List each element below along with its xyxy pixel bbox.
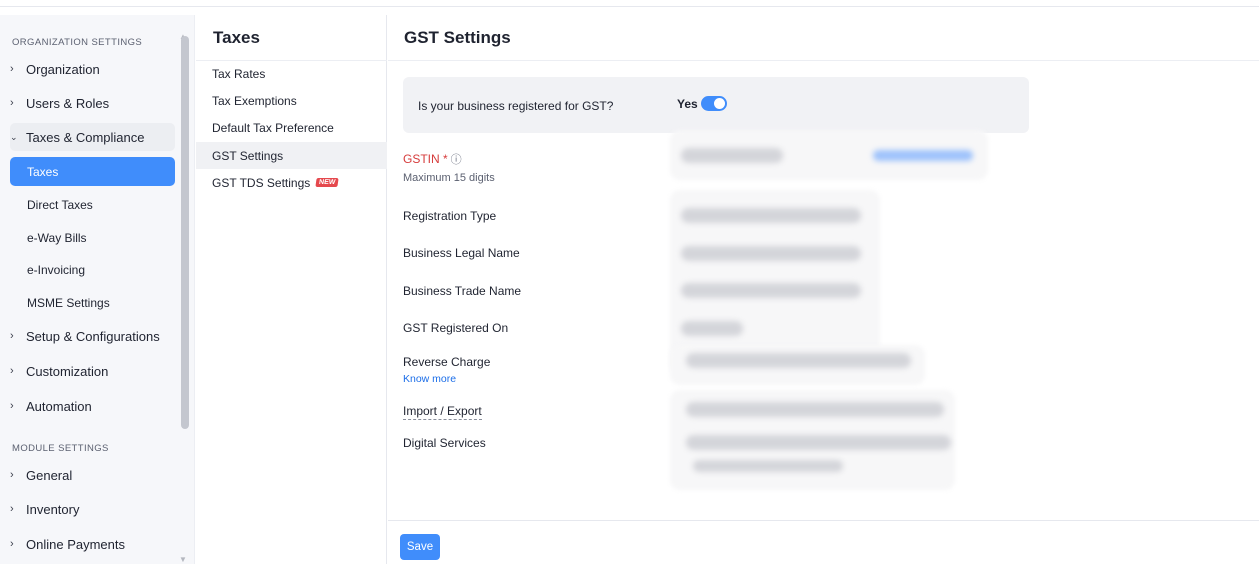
help-icon[interactable]: ⓘ bbox=[451, 154, 462, 166]
gst-registration-box: Is your business registered for GST? Yes bbox=[403, 77, 1029, 133]
sidebar-item-inventory[interactable]: › Inventory bbox=[10, 495, 175, 523]
footer-divider bbox=[388, 520, 1259, 521]
reverse-charge-label: Reverse Charge bbox=[403, 355, 491, 369]
chevron-down-icon: ⌄ bbox=[10, 131, 18, 142]
taxes-menu-tax-exemptions[interactable]: Tax Exemptions bbox=[196, 87, 387, 114]
menu-item-label: GST TDS Settings bbox=[212, 175, 311, 190]
reverse-charge-checkbox[interactable] bbox=[686, 353, 911, 368]
business-legal-name-label: Business Legal Name bbox=[403, 246, 520, 260]
taxes-menu-tax-rates[interactable]: Tax Rates bbox=[196, 60, 387, 87]
chevron-right-icon: › bbox=[10, 97, 14, 109]
sidebar-item-online-payments[interactable]: › Online Payments bbox=[10, 530, 175, 558]
sidebar-item-label: Customization bbox=[26, 363, 109, 379]
section-title-module: MODULE SETTINGS bbox=[12, 443, 109, 454]
sidebar-subitem-taxes[interactable]: Taxes bbox=[10, 157, 175, 186]
chevron-right-icon: › bbox=[10, 63, 14, 75]
taxes-panel-title: Taxes bbox=[213, 28, 260, 47]
chevron-right-icon: › bbox=[10, 538, 14, 550]
sidebar-item-taxes-compliance[interactable]: ⌄ Taxes & Compliance bbox=[10, 123, 175, 151]
sidebar-item-users-roles[interactable]: › Users & Roles bbox=[10, 89, 175, 117]
scroll-down-arrow-icon[interactable]: ▼ bbox=[179, 555, 187, 564]
page-title: GST Settings bbox=[404, 28, 511, 47]
divider bbox=[388, 60, 1259, 61]
sidebar-item-label: Users & Roles bbox=[26, 95, 110, 111]
toggle-knob bbox=[714, 98, 725, 109]
chevron-right-icon: › bbox=[10, 469, 14, 481]
section-title-organization: ORGANIZATION SETTINGS bbox=[12, 37, 143, 48]
digital-services-label: Digital Services bbox=[403, 436, 486, 450]
sidebar-item-label: Organization bbox=[26, 61, 100, 77]
import-export-label-text: Import / Export bbox=[403, 404, 482, 420]
digital-services-description bbox=[693, 460, 843, 472]
taxes-menu-gst-tds-settings[interactable]: GST TDS Settings NEW bbox=[196, 169, 387, 196]
sidebar-subitem-msme-settings[interactable]: MSME Settings bbox=[10, 288, 175, 317]
get-taxpayer-details-link[interactable] bbox=[873, 150, 973, 161]
taxes-menu-gst-settings[interactable]: GST Settings bbox=[196, 142, 387, 169]
sidebar-item-automation[interactable]: › Automation bbox=[10, 392, 175, 420]
sidebar-item-label: Setup & Configurations bbox=[26, 328, 160, 344]
business-trade-name-label: Business Trade Name bbox=[403, 284, 522, 298]
taxes-panel: Taxes Tax Rates Tax Exemptions Default T… bbox=[196, 15, 387, 564]
gst-registered-on-label: GST Registered On bbox=[403, 321, 509, 335]
know-more-link[interactable]: Know more bbox=[403, 373, 456, 385]
sidebar-subitem-einvoicing[interactable]: e-Invoicing bbox=[10, 255, 175, 284]
import-export-label: Import / Export bbox=[403, 404, 482, 420]
sidebar-item-organization[interactable]: › Organization bbox=[10, 55, 175, 83]
gst-registered-question: Is your business registered for GST? bbox=[418, 99, 614, 113]
sidebar-item-customization[interactable]: › Customization bbox=[10, 357, 175, 385]
sidebar-scrollbar-thumb[interactable] bbox=[181, 36, 189, 429]
sidebar-item-label: Inventory bbox=[26, 501, 80, 517]
sidebar-item-label: Taxes & Compliance bbox=[26, 129, 145, 145]
business-trade-name-input[interactable] bbox=[681, 283, 861, 298]
save-button[interactable]: Save bbox=[400, 534, 440, 560]
gst-settings-content: GST Settings Is your business registered… bbox=[388, 15, 1259, 564]
digital-services-checkbox[interactable] bbox=[686, 435, 951, 450]
chevron-right-icon: › bbox=[10, 365, 14, 377]
gst-registered-on-input[interactable] bbox=[681, 321, 743, 336]
business-legal-name-input[interactable] bbox=[681, 246, 861, 261]
sidebar-item-general[interactable]: › General bbox=[10, 461, 175, 489]
chevron-right-icon: › bbox=[10, 330, 14, 342]
gstin-label: GSTIN * ⓘ bbox=[403, 151, 462, 167]
settings-sidebar: ORGANIZATION SETTINGS › Organization › U… bbox=[0, 15, 195, 564]
sidebar-item-label: Online Payments bbox=[26, 536, 125, 552]
import-export-checkbox[interactable] bbox=[686, 402, 944, 417]
taxes-menu-default-tax-preference[interactable]: Default Tax Preference bbox=[196, 114, 387, 141]
new-badge: NEW bbox=[315, 178, 340, 187]
gstin-input[interactable] bbox=[681, 148, 783, 163]
sidebar-item-label: General bbox=[26, 467, 73, 483]
sidebar-subitem-eway-bills[interactable]: e-Way Bills bbox=[10, 223, 175, 252]
chevron-right-icon: › bbox=[10, 400, 14, 412]
gst-registered-answer: Yes bbox=[677, 97, 698, 111]
gst-registered-toggle[interactable] bbox=[701, 96, 727, 111]
gstin-label-text: GSTIN * bbox=[403, 152, 448, 166]
gstin-hint: Maximum 15 digits bbox=[403, 172, 495, 184]
sidebar-item-setup-configurations[interactable]: › Setup & Configurations bbox=[10, 322, 175, 350]
chevron-right-icon: › bbox=[10, 503, 14, 515]
top-border bbox=[0, 0, 1259, 7]
sidebar-subitem-direct-taxes[interactable]: Direct Taxes bbox=[10, 190, 175, 219]
sidebar-item-label: Automation bbox=[26, 398, 92, 414]
registration-type-label: Registration Type bbox=[403, 209, 497, 223]
registration-type-select[interactable] bbox=[681, 208, 861, 223]
